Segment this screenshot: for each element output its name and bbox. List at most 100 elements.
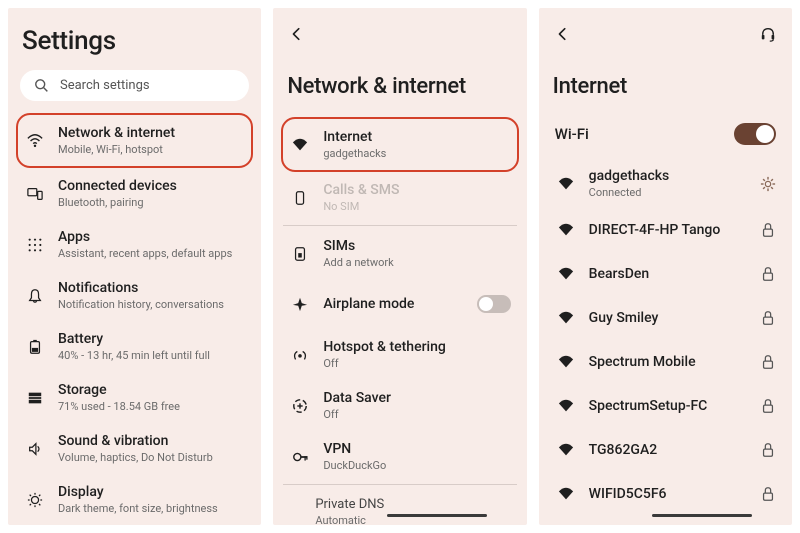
wifi-signal-icon [555, 442, 577, 458]
lock-icon [760, 354, 776, 370]
wifi-network-status: Connected [589, 186, 748, 199]
wifi-network-name: Spectrum Mobile [589, 354, 748, 370]
wifi-icon [289, 137, 311, 153]
network-item-hotspot[interactable]: Hotspot & tethering Off [283, 329, 516, 380]
network-list: Internet gadgethacks Calls & SMS No SIM … [283, 117, 516, 525]
vpn-icon [289, 449, 311, 465]
settings-item-label: Sound & vibration [58, 433, 245, 449]
wifi-label: Wi-Fi [555, 125, 589, 143]
settings-item-sub: Volume, haptics, Do Not Disturb [58, 451, 245, 464]
network-item-label: Internet [323, 129, 512, 145]
settings-item-apps[interactable]: Apps Assistant, recent apps, default app… [18, 219, 251, 270]
wifi-network-item[interactable]: SpectrumSetup-FC [549, 384, 782, 428]
wifi-master-row[interactable]: Wi-Fi [549, 117, 782, 159]
wifi-toggle[interactable] [734, 123, 776, 145]
settings-item-sub: Mobile, Wi-Fi, hotspot [58, 143, 247, 156]
search-input[interactable]: Search settings [20, 70, 249, 101]
wifi-network-item[interactable]: WIFID5C5F6 [549, 472, 782, 516]
settings-item-sub: Bluetooth, pairing [58, 196, 245, 209]
wifi-signal-icon [555, 176, 577, 192]
storage-icon [24, 390, 46, 406]
network-item-airplane[interactable]: Airplane mode [283, 279, 516, 329]
wifi-network-item[interactable]: TG862GA2 [549, 428, 782, 472]
settings-item-label: Connected devices [58, 178, 245, 194]
settings-list: Network & internet Mobile, Wi-Fi, hotspo… [18, 113, 251, 525]
settings-item-battery[interactable]: Battery 40% - 13 hr, 45 min left until f… [18, 321, 251, 372]
search-placeholder: Search settings [60, 78, 150, 93]
search-icon [34, 78, 50, 94]
wifi-network-name: TG862GA2 [589, 442, 748, 458]
support-button[interactable] [754, 20, 782, 48]
settings-item-sound[interactable]: Sound & vibration Volume, haptics, Do No… [18, 423, 251, 474]
network-item-sims[interactable]: SIMs Add a network [283, 228, 516, 279]
network-item-sub: Off [323, 357, 510, 370]
airplane-toggle[interactable] [477, 295, 511, 313]
network-item-sub: Off [323, 408, 510, 421]
settings-item-connected-devices[interactable]: Connected devices Bluetooth, pairing [18, 168, 251, 219]
divider [283, 225, 516, 226]
lock-icon [760, 310, 776, 326]
settings-item-sub: Notification history, conversations [58, 298, 245, 311]
gear-icon[interactable] [760, 176, 776, 192]
wifi-network-item[interactable]: BearsDen_EXT [549, 516, 782, 525]
network-item-sub: gadgethacks [323, 147, 512, 160]
wifi-network-list: gadgethacks Connected DIRECT-4F-HP Tango Be… [549, 159, 782, 525]
bell-icon [24, 288, 46, 304]
settings-item-sub: Assistant, recent apps, default apps [58, 247, 245, 260]
settings-item-notifications[interactable]: Notifications Notification history, conv… [18, 270, 251, 321]
wifi-signal-icon [555, 354, 577, 370]
network-item-label: SIMs [323, 238, 510, 254]
wifi-signal-icon [555, 398, 577, 414]
display-icon [24, 492, 46, 508]
back-button[interactable] [283, 20, 311, 48]
phone-icon [289, 190, 311, 206]
network-item-vpn[interactable]: VPN DuckDuckGo [283, 431, 516, 482]
wifi-network-name: WIFID5C5F6 [589, 486, 748, 502]
network-item-calls-sms: Calls & SMS No SIM [283, 172, 516, 223]
settings-item-label: Display [58, 484, 245, 500]
lock-icon [760, 266, 776, 282]
airplane-icon [289, 296, 311, 312]
sound-icon [24, 441, 46, 457]
settings-item-storage[interactable]: Storage 71% used - 18.54 GB free [18, 372, 251, 423]
network-item-sub: DuckDuckGo [323, 459, 510, 472]
network-item-label: VPN [323, 441, 510, 457]
divider [283, 484, 516, 485]
internet-panel: Internet Wi-Fi gadgethacks Connected DIREC… [539, 8, 792, 525]
wifi-signal-icon [555, 266, 577, 282]
wifi-network-name: gadgethacks [589, 168, 748, 184]
wifi-network-item[interactable]: Guy Smiley [549, 296, 782, 340]
wifi-signal-icon [555, 310, 577, 326]
lock-icon [760, 398, 776, 414]
wifi-network-item[interactable]: DIRECT-4F-HP Tango [549, 208, 782, 252]
settings-item-sub: 40% - 13 hr, 45 min left until full [58, 349, 245, 362]
network-item-datasaver[interactable]: Data Saver Off [283, 380, 516, 431]
network-item-label: Calls & SMS [323, 182, 510, 198]
devices-icon [24, 186, 46, 202]
settings-item-label: Notifications [58, 280, 245, 296]
headset-icon [760, 26, 776, 42]
wifi-network-item[interactable]: gadgethacks Connected [549, 159, 782, 208]
settings-item-display[interactable]: Display Dark theme, font size, brightnes… [18, 474, 251, 525]
wifi-signal-icon [555, 222, 577, 238]
wifi-network-name: DIRECT-4F-HP Tango [589, 222, 748, 238]
battery-icon [24, 339, 46, 355]
settings-item-sub: Dark theme, font size, brightness [58, 502, 245, 515]
private-dns-label[interactable]: Private DNS [283, 487, 516, 514]
lock-icon [760, 442, 776, 458]
back-icon [555, 26, 571, 42]
lock-icon [760, 222, 776, 238]
wifi-icon [24, 133, 46, 149]
wifi-network-name: SpectrumSetup-FC [589, 398, 748, 414]
sim-icon [289, 246, 311, 262]
network-item-internet[interactable]: Internet gadgethacks [281, 117, 518, 172]
wifi-network-item[interactable]: BearsDen [549, 252, 782, 296]
back-button[interactable] [549, 20, 577, 48]
page-title: Internet [553, 74, 778, 99]
scrollbar[interactable] [387, 514, 487, 517]
scrollbar[interactable] [652, 514, 752, 517]
settings-item-label: Apps [58, 229, 245, 245]
settings-item-network[interactable]: Network & internet Mobile, Wi-Fi, hotspo… [16, 113, 253, 168]
wifi-network-item[interactable]: Spectrum Mobile [549, 340, 782, 384]
wifi-network-name: BearsDen [589, 266, 748, 282]
